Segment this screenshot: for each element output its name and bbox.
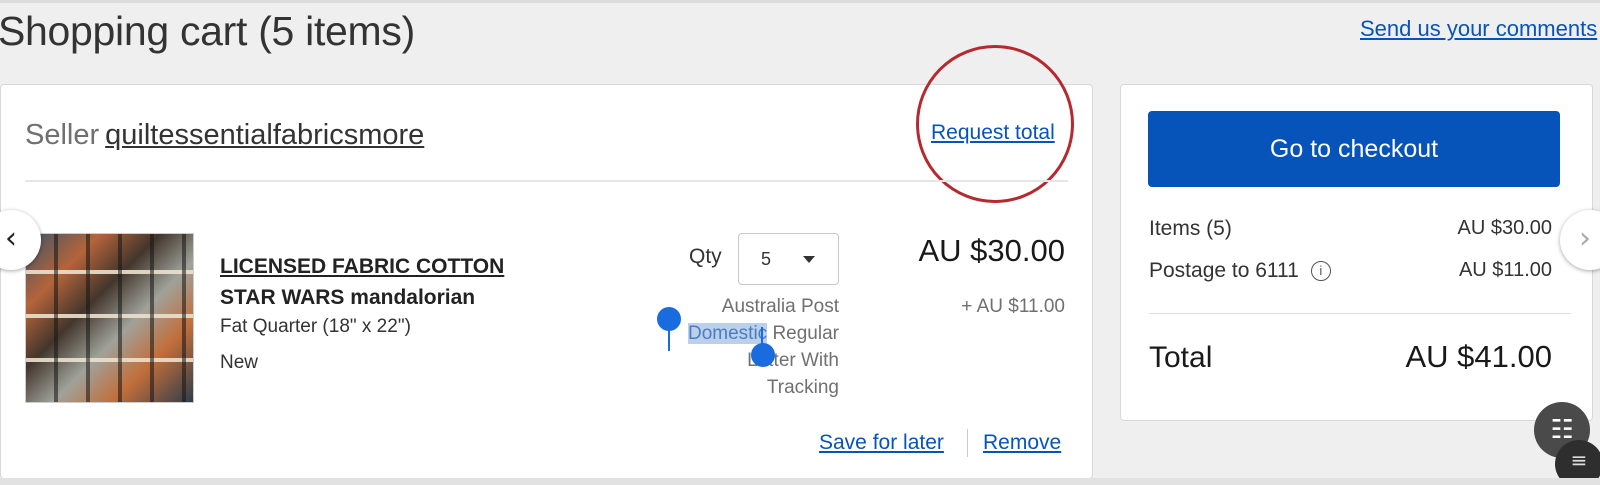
top-rule — [0, 0, 1600, 3]
seller-name-link[interactable]: quiltessentialfabricsmore — [105, 119, 424, 151]
selected-text[interactable]: Domestic — [687, 323, 768, 344]
postage-label: Postage to 6111 — [1149, 259, 1299, 282]
divider — [1149, 313, 1571, 314]
shipping-text: Regular — [767, 323, 839, 344]
caret-down-icon — [803, 256, 815, 263]
item-variant: Fat Quarter (18" x 22") — [220, 316, 411, 337]
info-icon[interactable]: i — [1310, 261, 1331, 281]
seller-line: Seller quiltessentialfabricsmore — [25, 119, 424, 152]
seller-card: Seller quiltessentialfabricsmore Request … — [0, 45, 1093, 479]
shipping-line: Tracking — [766, 377, 839, 398]
save-for-later-link[interactable]: Save for later — [819, 431, 944, 455]
seller-label: Seller — [25, 119, 100, 151]
postage-label-row: Postage to 6111 i — [1149, 259, 1331, 283]
selection-start-handle[interactable] — [657, 307, 681, 331]
item-title-link[interactable]: LICENSED FABRIC COTTON — [220, 255, 504, 279]
postage-price: + AU $11.00 — [961, 296, 1065, 317]
remove-link[interactable]: Remove — [983, 431, 1061, 455]
postage-value: AU $11.00 — [1458, 259, 1552, 281]
items-value: AU $30.00 — [1457, 217, 1552, 239]
items-label: Items (5) — [1149, 217, 1232, 240]
page-title: Shopping cart (5 items) — [0, 8, 415, 54]
go-to-checkout-button[interactable]: Go to checkout — [1148, 111, 1560, 187]
chevron-left-icon: ‹ — [5, 221, 17, 256]
total-value: AU $41.00 — [1405, 339, 1553, 374]
qty-dropdown[interactable]: 5 — [738, 233, 839, 285]
bottom-rule — [0, 478, 1600, 485]
qty-value: 5 — [761, 249, 772, 269]
item-thumbnail[interactable] — [25, 233, 194, 403]
action-separator — [967, 429, 968, 457]
item-price: AU $30.00 — [918, 233, 1066, 268]
selection-handle-stem — [668, 329, 670, 351]
menu-icon: ≡ — [1570, 448, 1588, 472]
item-condition: New — [220, 352, 259, 373]
shipping-line: Letter With — [747, 350, 839, 371]
divider — [25, 180, 1068, 182]
selection-end-handle[interactable] — [751, 343, 775, 367]
order-summary: Go to checkout Items (5) AU $30.00 Posta… — [1120, 84, 1593, 421]
chevron-right-icon: › — [1579, 221, 1591, 256]
total-label: Total — [1149, 341, 1213, 374]
item-subtitle: STAR WARS mandalorian — [220, 286, 476, 309]
send-comments-link[interactable]: Send us your comments — [1360, 16, 1597, 42]
qty-label: Qty — [689, 245, 722, 268]
